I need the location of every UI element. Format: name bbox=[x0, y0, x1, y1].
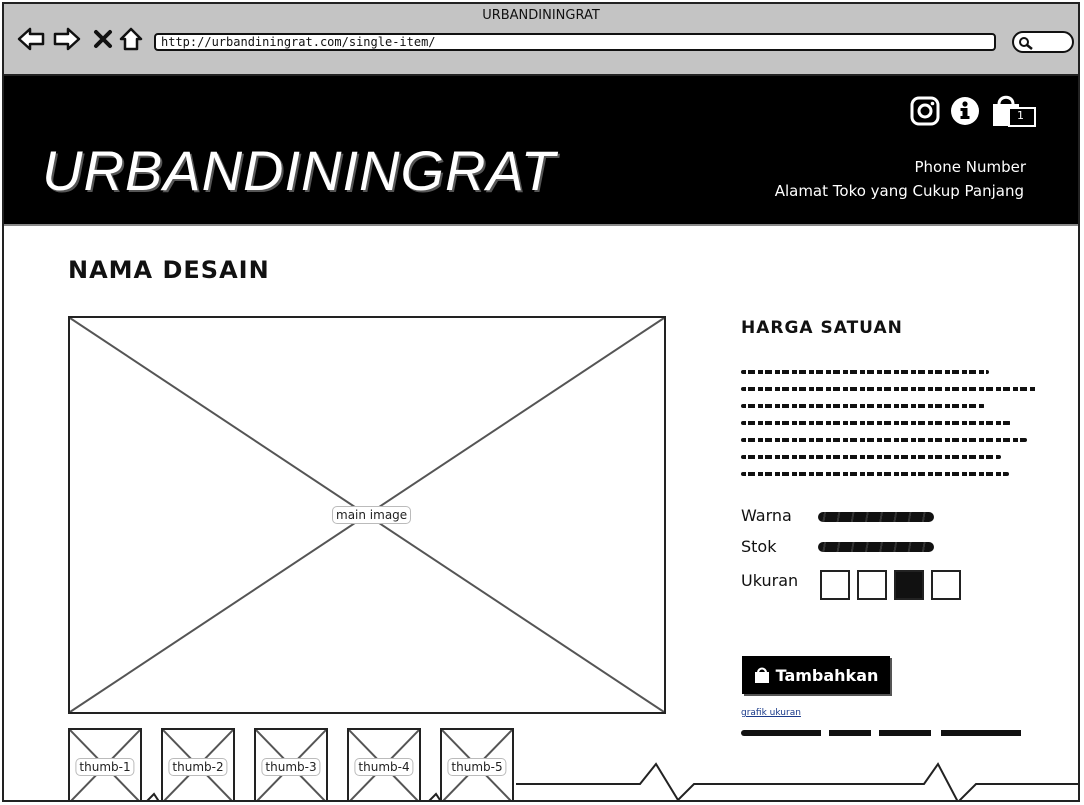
address-bar[interactable]: http://urbandiningrat.com/single-item/ bbox=[154, 33, 996, 51]
warna-label: Warna bbox=[741, 506, 792, 525]
back-icon[interactable] bbox=[16, 24, 46, 54]
product-title: NAMA DESAIN bbox=[68, 256, 270, 284]
info-icon[interactable] bbox=[948, 94, 982, 128]
main-image: main image bbox=[68, 316, 666, 714]
window-title: URBANDININGRAT bbox=[482, 8, 600, 23]
ukuran-label: Ukuran bbox=[741, 571, 799, 590]
add-to-cart-button[interactable]: Tambahkan bbox=[742, 656, 890, 694]
size-option-selected[interactable] bbox=[894, 570, 924, 600]
forward-icon[interactable] bbox=[52, 24, 82, 54]
price-heading: HARGA SATUAN bbox=[741, 318, 903, 338]
stok-value bbox=[818, 542, 934, 552]
size-option[interactable] bbox=[857, 570, 887, 600]
stok-label: Stok bbox=[741, 537, 777, 556]
browser-search-field[interactable] bbox=[1012, 31, 1074, 53]
size-option[interactable] bbox=[931, 570, 961, 600]
browser-chrome: URBANDININGRAT http://urbandiningrat.com… bbox=[4, 4, 1078, 76]
shopping-bag-icon bbox=[754, 667, 769, 683]
warna-value bbox=[818, 512, 934, 522]
site-header: URBANDININGRAT 1 Phone Number Alamat Tok… bbox=[4, 76, 1078, 226]
main-image-label: main image bbox=[332, 506, 412, 524]
size-chart-link[interactable]: grafik ukuran bbox=[741, 708, 801, 718]
cart-count-badge: 1 bbox=[1017, 109, 1024, 122]
browser-window: URBANDININGRAT http://urbandiningrat.com… bbox=[2, 2, 1080, 802]
product-description bbox=[741, 370, 1041, 489]
add-button-label: Tambahkan bbox=[775, 665, 879, 685]
instagram-icon[interactable] bbox=[908, 94, 942, 128]
size-option[interactable] bbox=[820, 570, 850, 600]
store-address: Alamat Toko yang Cukup Panjang bbox=[774, 182, 1024, 200]
close-icon[interactable] bbox=[88, 24, 118, 54]
cart-icon[interactable]: 1 bbox=[988, 94, 1040, 128]
search-icon bbox=[1019, 37, 1033, 50]
site-logo[interactable]: URBANDININGRAT bbox=[42, 138, 556, 203]
torn-page-edge bbox=[146, 762, 1078, 800]
home-icon[interactable] bbox=[116, 24, 146, 54]
size-chart-text bbox=[741, 730, 1029, 736]
phone-number: Phone Number bbox=[914, 158, 1027, 176]
